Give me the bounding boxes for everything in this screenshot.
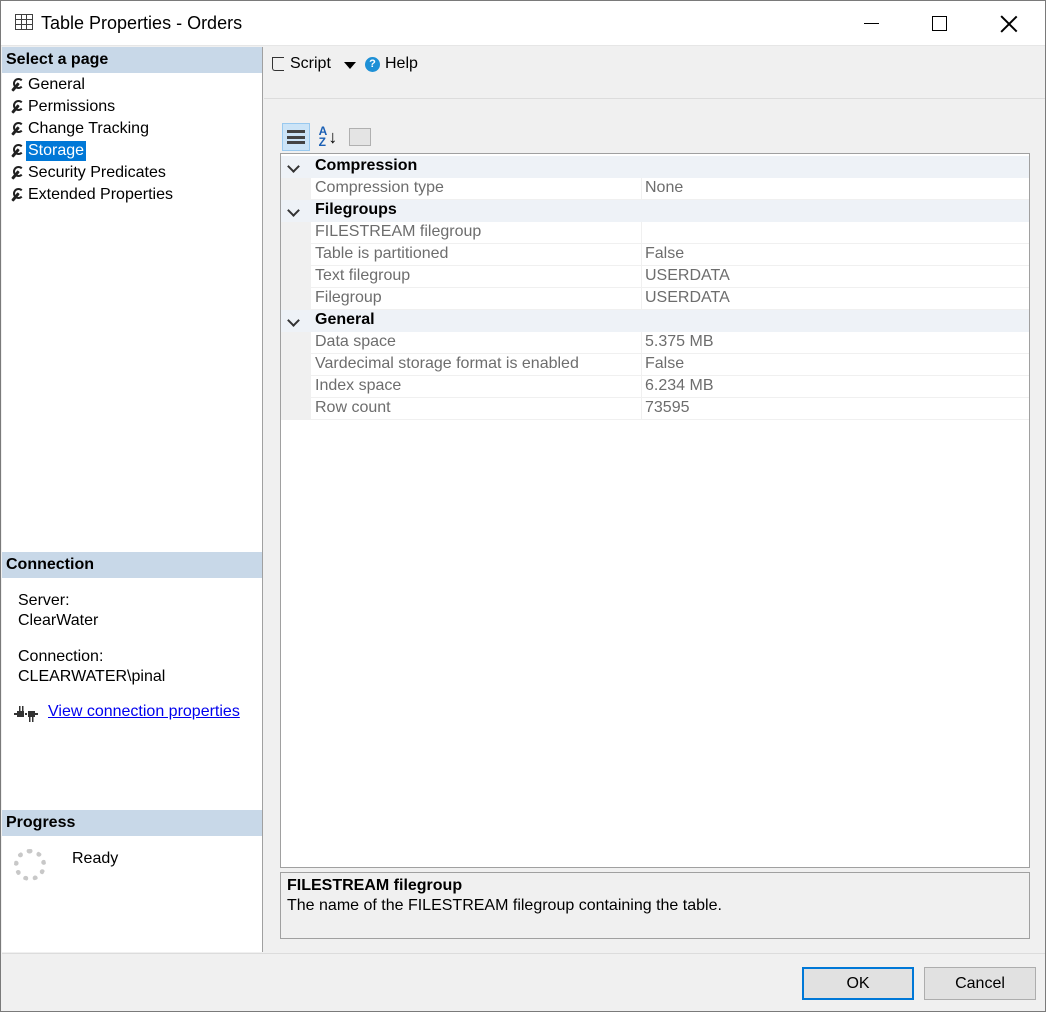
- property-value: None: [645, 179, 684, 196]
- property-row[interactable]: Data space 5.375 MB: [281, 332, 1029, 354]
- minimize-icon: [863, 23, 879, 24]
- property-name: Table is partitioned: [315, 245, 449, 262]
- question-icon: ?: [365, 56, 380, 72]
- description-title: FILESTREAM filegroup: [287, 877, 463, 894]
- property-name: FILESTREAM filegroup: [315, 223, 482, 240]
- server-value: ClearWater: [18, 612, 99, 629]
- close-button[interactable]: [974, 1, 1044, 46]
- right-pane: Script ? Help AZ ↓ Compression Compressi…: [264, 47, 1045, 952]
- sidebar-item-label: Change Tracking: [28, 120, 149, 137]
- dialog-footer: OK Cancel: [2, 953, 1045, 1011]
- title-bar: Table Properties - Orders: [1, 1, 1045, 46]
- ok-button[interactable]: OK: [802, 967, 914, 1000]
- category-label: General: [315, 311, 375, 328]
- category-label: Filegroups: [315, 201, 397, 218]
- property-row[interactable]: Table is partitioned False: [281, 244, 1029, 266]
- sidebar-item-storage[interactable]: Storage: [2, 140, 262, 162]
- category-row-filegroups[interactable]: Filegroups: [281, 200, 1029, 222]
- close-icon: [1000, 15, 1018, 33]
- category-row-compression[interactable]: Compression: [281, 156, 1029, 178]
- plug-icon: [14, 706, 38, 722]
- property-name: Filegroup: [315, 289, 382, 306]
- help-button[interactable]: ? Help: [365, 55, 418, 73]
- table-properties-window: Table Properties - Orders Select a page …: [0, 0, 1046, 1012]
- spinner-icon: [14, 849, 46, 881]
- property-row[interactable]: Filegroup USERDATA: [281, 288, 1029, 310]
- property-row[interactable]: Text filegroup USERDATA: [281, 266, 1029, 288]
- property-name: Index space: [315, 377, 402, 394]
- property-row[interactable]: Index space 6.234 MB: [281, 376, 1029, 398]
- table-icon: [15, 14, 33, 30]
- connection-header: Connection: [2, 552, 262, 578]
- minimize-button[interactable]: [836, 1, 906, 46]
- property-name: Compression type: [315, 179, 444, 196]
- property-row[interactable]: Row count 73595: [281, 398, 1029, 420]
- property-description-panel: FILESTREAM filegroup The name of the FIL…: [280, 872, 1030, 939]
- property-value: 5.375 MB: [645, 333, 714, 350]
- sidebar-item-general[interactable]: General: [2, 74, 262, 96]
- property-row[interactable]: Compression type None: [281, 178, 1029, 200]
- category-row-general[interactable]: General: [281, 310, 1029, 332]
- property-row[interactable]: Vardecimal storage format is enabled Fal…: [281, 354, 1029, 376]
- wrench-icon: [8, 100, 24, 114]
- description-text: The name of the FILESTREAM filegroup con…: [287, 897, 722, 914]
- sidebar-item-permissions[interactable]: Permissions: [2, 96, 262, 118]
- server-label: Server:: [18, 592, 70, 609]
- cancel-button[interactable]: Cancel: [924, 967, 1036, 1000]
- wrench-icon: [8, 166, 24, 180]
- script-label: Script: [290, 55, 331, 72]
- property-name: Text filegroup: [315, 267, 411, 284]
- property-value: USERDATA: [645, 267, 730, 284]
- left-pane: Select a page General Permissions Change…: [2, 47, 263, 952]
- connection-value: CLEARWATER\pinal: [18, 668, 166, 685]
- property-value: USERDATA: [645, 289, 730, 306]
- select-page-header: Select a page: [2, 47, 262, 73]
- view-connection-properties-link[interactable]: View connection properties: [48, 703, 240, 721]
- property-name: Row count: [315, 399, 391, 416]
- progress-header: Progress: [2, 810, 262, 836]
- script-button[interactable]: Script: [272, 55, 331, 73]
- property-value: 73595: [645, 399, 690, 416]
- maximize-button[interactable]: [904, 1, 974, 46]
- property-pages-button[interactable]: [346, 123, 374, 151]
- page-list: General Permissions Change Tracking Stor…: [2, 74, 262, 206]
- sidebar-item-label: Permissions: [28, 98, 116, 115]
- progress-status: Ready: [72, 850, 119, 867]
- property-row[interactable]: FILESTREAM filegroup: [281, 222, 1029, 244]
- script-dropdown-icon[interactable]: [344, 62, 356, 69]
- property-pages-icon: [349, 128, 371, 146]
- sidebar-item-extended-properties[interactable]: Extended Properties: [2, 184, 262, 206]
- wrench-icon: [8, 188, 24, 202]
- sidebar-item-label: Security Predicates: [28, 164, 166, 181]
- sort-az-icon: AZ: [318, 124, 328, 149]
- connection-label: Connection:: [18, 648, 104, 665]
- property-name: Vardecimal storage format is enabled: [315, 355, 579, 372]
- categorized-button[interactable]: [282, 123, 310, 151]
- window-title: Table Properties - Orders: [41, 13, 243, 33]
- toolbar: Script ? Help: [264, 47, 1045, 99]
- sidebar-item-change-tracking[interactable]: Change Tracking: [2, 118, 262, 140]
- sidebar-item-label: Extended Properties: [28, 186, 173, 203]
- property-grid: Compression Compression type None Filegr…: [280, 153, 1030, 868]
- property-grid-toolbar: AZ ↓: [282, 123, 374, 151]
- sidebar-item-label: Storage: [26, 141, 87, 161]
- property-name: Data space: [315, 333, 396, 350]
- sort-alphabetical-button[interactable]: AZ ↓: [314, 123, 342, 151]
- script-icon: [272, 57, 284, 71]
- property-value: False: [645, 355, 685, 372]
- maximize-icon: [931, 16, 947, 31]
- categorized-icon: [287, 128, 305, 146]
- wrench-icon: [8, 122, 24, 136]
- sidebar-item-label: General: [28, 76, 85, 93]
- help-label: Help: [385, 55, 418, 72]
- property-value: 6.234 MB: [645, 377, 714, 394]
- sidebar-item-security-predicates[interactable]: Security Predicates: [2, 162, 262, 184]
- wrench-icon: [8, 78, 24, 92]
- wrench-icon: [8, 144, 24, 158]
- property-value: False: [645, 245, 685, 262]
- category-label: Compression: [315, 157, 418, 174]
